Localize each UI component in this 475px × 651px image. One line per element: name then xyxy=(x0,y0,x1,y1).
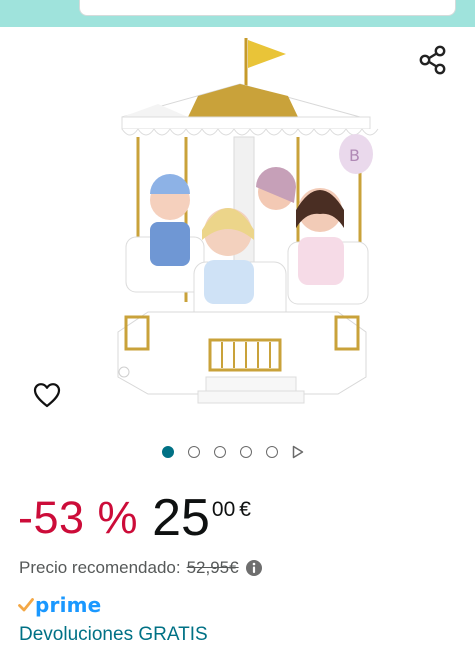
image-carousel-indicator xyxy=(162,443,304,461)
info-icon[interactable] xyxy=(245,559,263,577)
product-image[interactable]: B xyxy=(98,32,383,417)
recommended-price-label: Precio recomendado: xyxy=(19,558,181,577)
carousel-dot-3[interactable] xyxy=(214,446,226,458)
carousel-dot-5[interactable] xyxy=(266,446,278,458)
discount-percentage: -53 % xyxy=(18,492,139,543)
search-box[interactable] xyxy=(79,0,456,16)
price-currency: € xyxy=(239,498,251,521)
wishlist-button[interactable] xyxy=(31,380,63,410)
price-whole: 25 xyxy=(152,489,210,547)
recommended-price-row: Precio recomendado: 52,95€ xyxy=(19,557,263,579)
share-button[interactable] xyxy=(417,44,449,76)
free-returns-link[interactable]: Devoluciones GRATIS xyxy=(19,623,208,647)
balloon-letter: B xyxy=(349,146,360,165)
price-fraction: 00 xyxy=(211,498,236,521)
share-icon xyxy=(419,45,446,75)
carousel-dot-4[interactable] xyxy=(240,446,252,458)
prime-badge: prime xyxy=(18,593,101,617)
carousel-dot-2[interactable] xyxy=(188,446,200,458)
price-block: -53 % 25 00 € xyxy=(18,490,251,550)
carousel-dot-1[interactable] xyxy=(162,446,174,458)
prime-label: prime xyxy=(35,593,102,617)
play-triangle-icon[interactable] xyxy=(292,445,304,459)
recommended-price: 52,95€ xyxy=(186,558,239,577)
prime-check-icon xyxy=(18,597,34,613)
heart-icon xyxy=(33,383,61,408)
